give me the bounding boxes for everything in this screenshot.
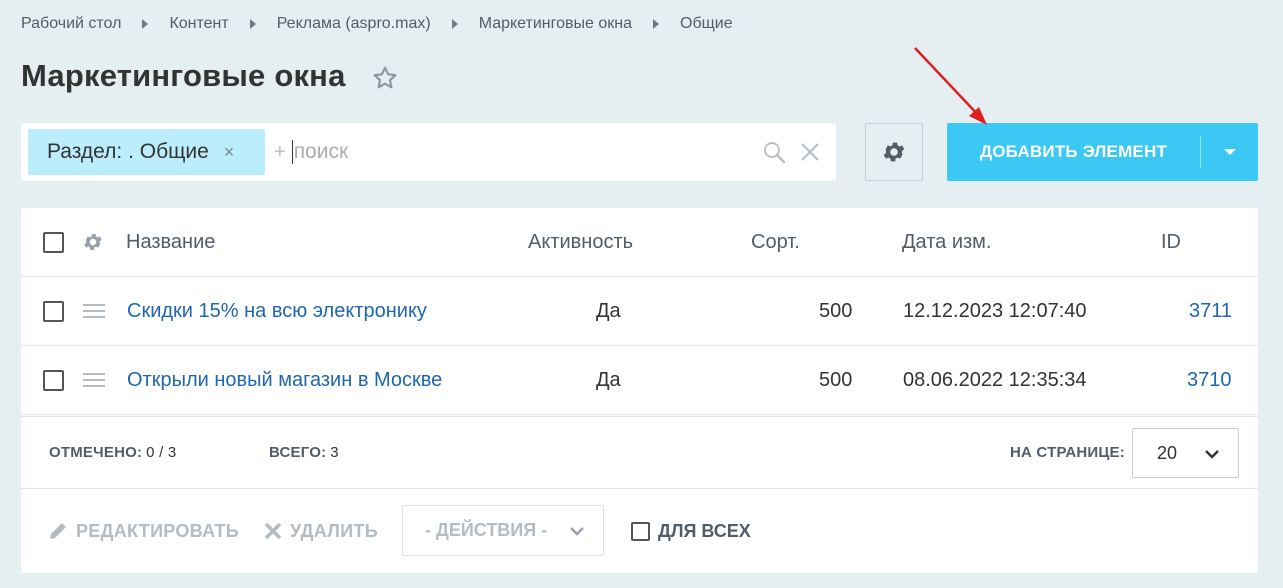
elements-grid: Название Активность Сорт. Дата изм. ID С…	[21, 208, 1258, 573]
row-checkbox[interactable]	[43, 300, 64, 322]
column-header-active[interactable]: Активность	[528, 208, 633, 276]
search-input[interactable]	[293, 140, 714, 164]
drag-handle-icon[interactable]	[83, 303, 105, 319]
per-page-select[interactable]: 20	[1132, 428, 1239, 478]
total-value: 3	[330, 444, 339, 461]
chevron-down-icon	[570, 527, 584, 536]
cell-active: Да	[596, 299, 621, 322]
delete-label: УДАЛИТЬ	[290, 520, 378, 541]
cell-id-link[interactable]: 3711	[1189, 277, 1232, 345]
breadcrumb-content[interactable]: Контент	[169, 15, 228, 33]
breadcrumb-desktop[interactable]: Рабочий стол	[21, 15, 121, 33]
chevron-down-icon	[1223, 149, 1236, 155]
grid-header: Название Активность Сорт. Дата изм. ID	[21, 208, 1258, 277]
gear-icon[interactable]	[82, 231, 104, 253]
total-label: ВСЕГО:	[269, 444, 327, 461]
total-counter: ВСЕГО: 3	[269, 417, 339, 488]
delete-button[interactable]: УДАЛИТЬ	[264, 489, 378, 573]
column-header-date[interactable]: Дата изм.	[902, 208, 992, 276]
chevron-down-icon	[1205, 450, 1219, 459]
breadcrumb-separator-icon	[451, 19, 458, 29]
selected-counter: ОТМЕЧЕНО: 0 / 3	[49, 417, 176, 488]
add-element-button[interactable]: ДОБАВИТЬ ЭЛЕМЕНТ	[947, 123, 1258, 181]
table-row[interactable]: Открыли новый магазин в Москве Да 500 08…	[21, 346, 1258, 415]
actions-select-value: - ДЕЙСТВИЯ -	[425, 520, 548, 540]
star-icon[interactable]	[372, 65, 398, 91]
title-row: Маркетинговые окна	[21, 58, 398, 94]
breadcrumb: Рабочий стол Контент Реклама (aspro.max)…	[21, 15, 733, 33]
filter-tag-label: Раздел: . Общие	[47, 140, 209, 163]
close-icon	[264, 522, 282, 540]
cell-sort: 500	[819, 368, 853, 391]
plus-icon: +	[274, 140, 286, 163]
selected-value: 0 / 3	[146, 444, 177, 461]
edit-button[interactable]: РЕДАКТИРОВАТЬ	[48, 489, 239, 573]
cell-date: 12.12.2023 12:07:40	[903, 299, 1087, 322]
add-element-label: ДОБАВИТЬ ЭЛЕМЕНТ	[979, 142, 1168, 161]
search-icon[interactable]	[762, 140, 786, 164]
for-all-checkbox[interactable]	[631, 521, 650, 541]
add-dropdown-toggle[interactable]	[1201, 149, 1258, 155]
edit-label: РЕДАКТИРОВАТЬ	[76, 520, 240, 541]
cell-id-link[interactable]: 3710	[1187, 346, 1232, 414]
cell-sort: 500	[819, 299, 853, 322]
group-actions-panel: РЕДАКТИРОВАТЬ УДАЛИТЬ - ДЕЙСТВИЯ - ДЛЯ В…	[21, 489, 1258, 573]
cell-date: 08.06.2022 12:35:34	[903, 368, 1087, 391]
breadcrumb-marketing-windows[interactable]: Маркетинговые окна	[479, 15, 632, 33]
list-settings-button[interactable]	[865, 123, 923, 181]
breadcrumb-separator-icon	[142, 19, 149, 29]
selected-label: ОТМЕЧЕНО:	[49, 444, 143, 461]
for-all-toggle[interactable]: ДЛЯ ВСЕХ	[631, 489, 751, 573]
column-header-name[interactable]: Название	[126, 208, 215, 276]
breadcrumb-separator-icon	[653, 19, 659, 29]
clear-search-icon[interactable]	[799, 141, 821, 163]
grid-footer: ОТМЕЧЕНО: 0 / 3 ВСЕГО: 3 НА СТРАНИЦЕ: 20	[21, 416, 1258, 489]
element-name-link[interactable]: Открыли новый магазин в Москве	[127, 346, 442, 414]
pencil-icon	[50, 523, 66, 539]
annotation-arrow-icon	[914, 47, 987, 125]
filter-tag-section[interactable]: Раздел: . Общие ×	[28, 129, 265, 175]
page-title: Маркетинговые окна	[21, 58, 346, 93]
actions-select[interactable]: - ДЕЙСТВИЯ -	[402, 505, 604, 556]
breadcrumb-separator-icon	[249, 19, 256, 29]
close-icon[interactable]: ×	[224, 142, 235, 163]
gear-icon	[883, 142, 905, 162]
per-page-value: 20	[1157, 442, 1178, 463]
cell-active: Да	[596, 368, 621, 391]
breadcrumb-ads[interactable]: Реклама (aspro.max)	[277, 15, 431, 33]
element-name-link[interactable]: Скидки 15% на всю электронику	[127, 277, 427, 345]
text-caret	[291, 140, 293, 164]
table-row[interactable]: Скидки 15% на всю электронику Да 500 12.…	[21, 277, 1258, 346]
for-all-label: ДЛЯ ВСЕХ	[658, 520, 751, 541]
select-all-checkbox[interactable]	[43, 231, 64, 253]
drag-handle-icon[interactable]	[83, 372, 105, 388]
per-page-label: НА СТРАНИЦЕ:	[1010, 444, 1125, 461]
row-checkbox[interactable]	[43, 369, 64, 391]
column-header-id[interactable]: ID	[1161, 208, 1181, 276]
breadcrumb-general[interactable]: Общие	[680, 15, 733, 33]
column-header-sort[interactable]: Сорт.	[751, 208, 800, 276]
filter-search-bar[interactable]: Раздел: . Общие × +	[21, 123, 836, 181]
